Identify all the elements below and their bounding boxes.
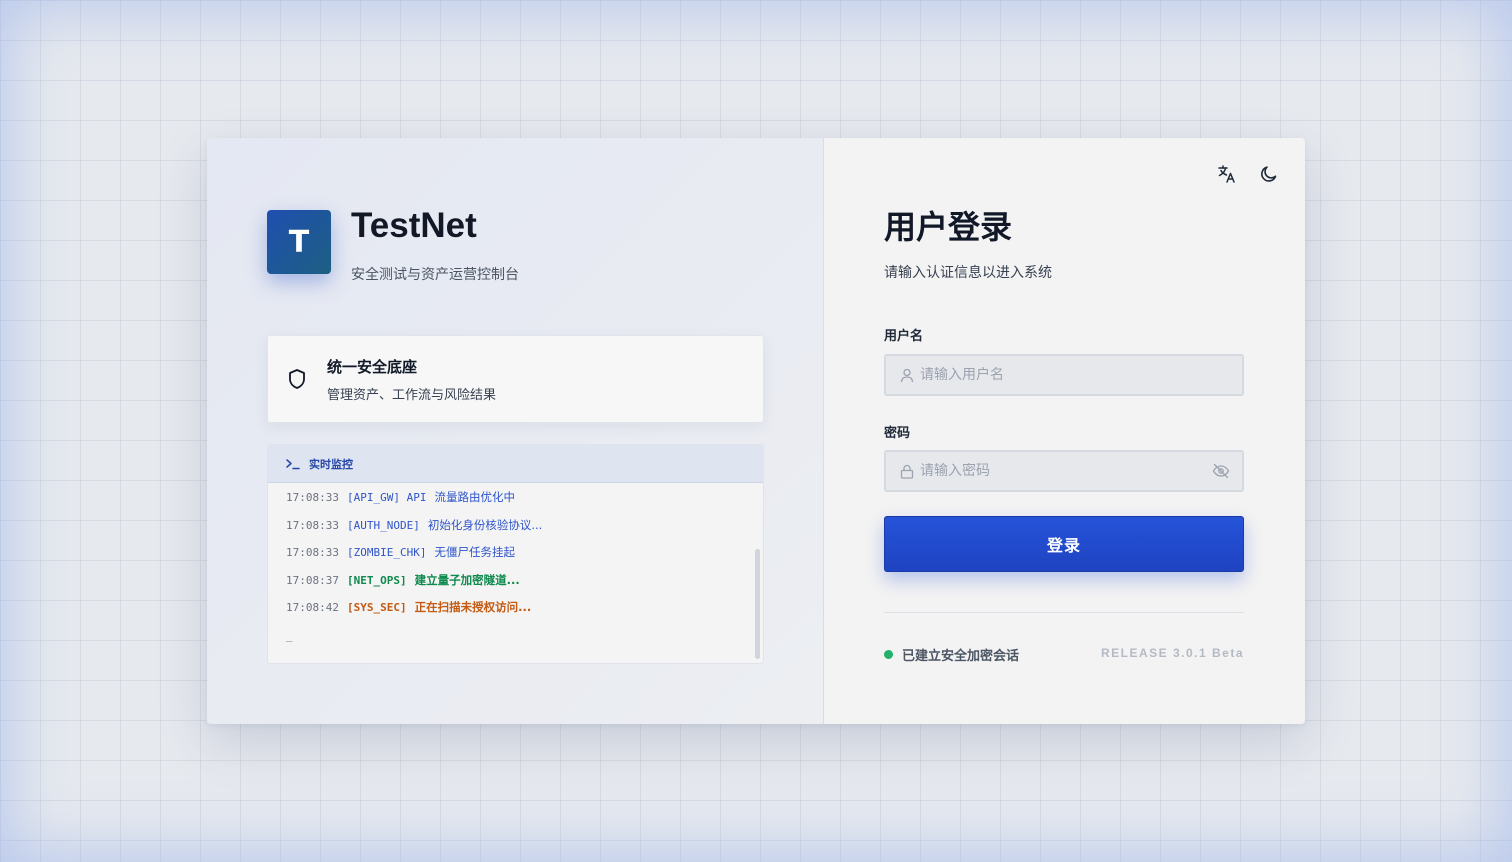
password-input[interactable] — [920, 463, 1212, 479]
log-tag: [API_GW] API — [346, 491, 427, 504]
moon-icon — [1261, 166, 1277, 182]
log-time: 17:08:33 — [286, 546, 339, 559]
log-line: 17:08:33 [AUTH_NODE] 初始化身份核验协议... — [286, 515, 763, 543]
theme-toggle-button[interactable] — [1259, 164, 1279, 184]
feature-description: 管理资产、工作流与风险结果 — [327, 388, 497, 403]
log-message: 初始化身份核验协议... — [427, 517, 543, 532]
eye-off-icon[interactable] — [1212, 463, 1230, 479]
username-label: 用户名 — [884, 329, 924, 344]
log-scrollbar[interactable] — [755, 549, 760, 659]
login-subtitle: 请输入认证信息以进入系统 — [884, 265, 1052, 281]
release-version: RELEASE 3.0.1 Beta — [1100, 646, 1244, 660]
shield-icon — [289, 369, 305, 389]
status-text: 已建立安全加密会话 — [902, 649, 1020, 664]
lock-icon — [900, 464, 914, 479]
log-list[interactable]: 17:08:33 [API_GW] API 流量路由优化中 17:08:33 [AUTH… — [268, 483, 763, 642]
log-message: 建立量子加密隧道... — [414, 572, 520, 587]
feature-title: 统一安全底座 — [327, 358, 418, 376]
log-tag: [ZOMBIE_CHK] — [346, 546, 427, 559]
password-label: 密码 — [884, 426, 911, 441]
brand-logo-letter: T — [288, 224, 310, 260]
log-line: 17:08:33 [ZOMBIE_CHK] 无僵尸任务挂起 — [286, 542, 763, 570]
user-icon — [900, 368, 914, 382]
brand-logo: T — [267, 210, 331, 274]
status-dot — [884, 650, 893, 659]
brand-name: TestNet — [351, 206, 477, 245]
log-line: 17:08:42 [SYS_SEC] 正在扫描未授权访问... — [286, 597, 763, 625]
terminal-icon — [286, 458, 300, 469]
login-panel: 用户登录 请输入认证信息以进入系统 用户名 密码 登录 已建立安全加密会话 — [824, 138, 1305, 724]
log-tag: [SYS_SEC] — [346, 601, 407, 614]
username-field[interactable] — [884, 354, 1244, 396]
username-input[interactable] — [920, 367, 1242, 383]
login-button[interactable]: 登录 — [884, 516, 1244, 572]
login-card: T TestNet 安全测试与资产运营控制台 统一安全底座 管理资产、工作流与风… — [207, 138, 1305, 724]
log-time: 17:08:33 — [286, 491, 339, 504]
log-message: 正在扫描未授权访问... — [414, 600, 532, 614]
session-status: 已建立安全加密会话 — [884, 645, 1019, 664]
log-message: 流量路由优化中 — [434, 490, 515, 504]
language-button[interactable] — [1217, 164, 1237, 184]
divider — [884, 612, 1244, 613]
password-field[interactable] — [884, 450, 1244, 492]
log-time: 17:08:42 — [286, 601, 339, 614]
feature-card: 统一安全底座 管理资产、工作流与风险结果 — [267, 335, 764, 423]
login-title: 用户登录 — [884, 208, 1013, 246]
brand-panel: T TestNet 安全测试与资产运营控制台 统一安全底座 管理资产、工作流与风… — [207, 138, 824, 724]
live-monitor-header: 实时监控 — [268, 445, 763, 483]
translate-icon — [1218, 165, 1235, 183]
live-monitor-panel: 实时监控 17:08:33 [API_GW] API 流量路由优化中 17:08:33… — [267, 444, 764, 664]
terminal-cursor: _ — [286, 628, 293, 642]
log-tag: [NET_OPS] — [346, 573, 407, 587]
log-line: 17:08:33 [API_GW] API 流量路由优化中 — [286, 487, 763, 515]
log-message: 无僵尸任务挂起 — [434, 545, 515, 559]
log-time: 17:08:37 — [286, 573, 339, 587]
live-monitor-title: 实时监控 — [309, 457, 353, 471]
toolbar — [1217, 164, 1279, 184]
log-time: 17:08:33 — [286, 518, 339, 532]
log-line: 17:08:37 [NET_OPS] 建立量子加密隧道... — [286, 570, 763, 598]
log-tag: [AUTH_NODE] — [346, 518, 420, 532]
brand-subtitle: 安全测试与资产运营控制台 — [351, 267, 519, 283]
